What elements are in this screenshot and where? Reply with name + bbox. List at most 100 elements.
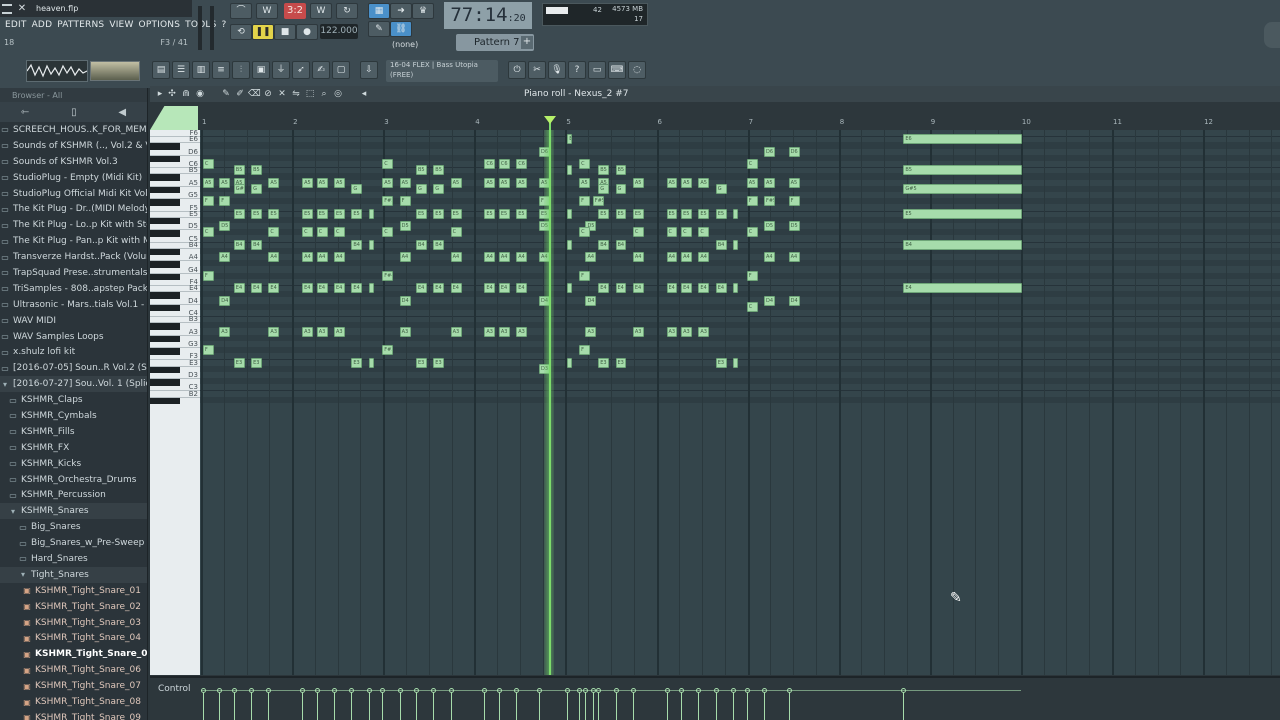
note-block[interactable]: E4: [450, 283, 462, 294]
black-key[interactable]: [150, 142, 180, 150]
note-block[interactable]: C: [746, 159, 758, 170]
note-block[interactable]: A4: [316, 252, 328, 263]
black-key[interactable]: [150, 291, 180, 299]
note-block[interactable]: [567, 165, 573, 176]
note-block[interactable]: E5: [233, 208, 245, 219]
browser-file-item[interactable]: ▣ KSHMR_Tight_Snare_01: [0, 583, 147, 599]
note-block[interactable]: D4: [399, 295, 411, 306]
piano-roll-icon[interactable]: ▥: [192, 61, 210, 79]
playhead-marker[interactable]: [544, 116, 556, 124]
speaker-icon[interactable]: ◀: [118, 107, 126, 118]
note-block[interactable]: E5: [334, 208, 345, 219]
note-block[interactable]: E4: [415, 283, 427, 294]
note-block[interactable]: E3: [415, 357, 427, 368]
note-block[interactable]: E5: [302, 208, 314, 219]
save-icon[interactable]: ▭: [588, 61, 606, 79]
note-block[interactable]: B5: [433, 165, 445, 176]
velocity-bar[interactable]: [399, 692, 401, 720]
blend-notes-button[interactable]: ♛: [412, 3, 434, 19]
browser-folder-item[interactable]: ▭ KSHMR_Percussion: [0, 487, 147, 503]
master-volume-slider[interactable]: [90, 61, 140, 81]
note-block[interactable]: C: [202, 227, 214, 238]
note-block[interactable]: E5: [615, 208, 627, 219]
note-block[interactable]: F: [399, 196, 411, 207]
velocity-bar[interactable]: [484, 692, 486, 720]
browser-folder-item[interactable]: ▭ Sounds of KSHMR (.., Vol.2 & Vol.3): [0, 138, 147, 154]
note-block[interactable]: A3: [585, 326, 597, 337]
note-block[interactable]: F: [579, 345, 590, 356]
note-block[interactable]: E3: [233, 357, 245, 368]
browser-folder-item[interactable]: ▭ StudioPlug Official Midi Kit Vol. 1: [0, 186, 147, 202]
note-block[interactable]: E3: [598, 357, 610, 368]
note-block[interactable]: C: [202, 159, 214, 170]
velocity-bar[interactable]: [450, 692, 452, 720]
note-block[interactable]: E5: [251, 208, 263, 219]
note-block[interactable]: C: [382, 159, 394, 170]
browser-icon[interactable]: ➶: [292, 61, 310, 79]
browser-folder-item[interactable]: ▾ [2016-07-27] Sou..Vol. 1 (Splice): [0, 376, 147, 393]
note-block[interactable]: E5: [681, 208, 693, 219]
note-block[interactable]: G#5: [233, 183, 245, 194]
note-block[interactable]: E5: [498, 208, 510, 219]
wait-input-button[interactable]: W: [256, 3, 278, 19]
midi-icon[interactable]: ⌨: [608, 61, 626, 79]
black-key[interactable]: [150, 304, 180, 312]
note-block[interactable]: E6: [567, 134, 573, 145]
note-block[interactable]: E4: [268, 283, 280, 294]
note-block[interactable]: E4: [516, 283, 528, 294]
note-block[interactable]: E4: [715, 283, 727, 294]
note-block[interactable]: C: [302, 227, 314, 238]
note-block[interactable]: C: [746, 227, 758, 238]
black-key[interactable]: [150, 198, 180, 206]
note-block[interactable]: C: [579, 227, 590, 238]
browser-folder-item[interactable]: ▭ StudioPlug - Empty (Midi Kit): [0, 170, 147, 186]
plugin-news-panel[interactable]: 16-04 FLEX | Bass Utopia (FREE): [386, 60, 498, 82]
note-block[interactable]: B4: [415, 239, 427, 250]
note-block[interactable]: C: [382, 227, 394, 238]
note-block[interactable]: [368, 208, 374, 219]
black-key[interactable]: [150, 229, 180, 237]
velocity-bar[interactable]: [268, 692, 270, 720]
browser-folder-item[interactable]: ▭ Big_Snares_w_Pre-Sweep: [0, 535, 147, 551]
stop-button[interactable]: ■: [274, 24, 296, 40]
black-key[interactable]: [150, 273, 180, 281]
note-block[interactable]: [567, 239, 573, 250]
note-block[interactable]: B4: [433, 239, 445, 250]
browser-file-item[interactable]: ▣ KSHMR_Tight_Snare_03: [0, 615, 147, 631]
master-volume-fader[interactable]: [198, 6, 202, 50]
browser-file-item[interactable]: ▣ KSHMR_Tight_Snare_09: [0, 710, 147, 720]
note-block[interactable]: G: [415, 183, 427, 194]
note-block[interactable]: E5: [268, 208, 280, 219]
velocity-bar[interactable]: [592, 692, 594, 720]
note-block[interactable]: E5: [450, 208, 462, 219]
eraser-icon[interactable]: ⌫: [248, 87, 261, 101]
note-block[interactable]: D5: [788, 221, 800, 232]
black-key[interactable]: [150, 366, 180, 374]
note-block[interactable]: E4: [316, 283, 328, 294]
velocity-bar[interactable]: [632, 692, 634, 720]
note-block[interactable]: F: [219, 196, 231, 207]
note-block[interactable]: D4: [763, 295, 775, 306]
note-block[interactable]: B4: [233, 239, 245, 250]
note-block[interactable]: D4: [788, 295, 800, 306]
browser-folder-item[interactable]: ▭ KSHMR_Cymbals: [0, 408, 147, 424]
record-button[interactable]: ●: [296, 24, 318, 40]
note-block[interactable]: A3: [450, 326, 462, 337]
velocity-bar[interactable]: [251, 692, 253, 720]
speaker-icon[interactable]: ◂: [358, 87, 370, 101]
note-block[interactable]: C6: [516, 159, 528, 170]
menu-item-add[interactable]: ADD: [32, 20, 53, 30]
note-block[interactable]: [567, 357, 573, 368]
velocity-bar[interactable]: [567, 692, 569, 720]
wrench-icon[interactable]: ✣: [166, 87, 178, 101]
note-block[interactable]: E5: [351, 208, 363, 219]
expand-arrow-icon[interactable]: [1264, 22, 1280, 48]
velocity-bar[interactable]: [516, 692, 518, 720]
note-block[interactable]: B4: [351, 239, 363, 250]
velocity-bar[interactable]: [382, 692, 384, 720]
note-block[interactable]: D5: [763, 221, 775, 232]
touch-icon[interactable]: ✍: [312, 61, 330, 79]
note-block[interactable]: A5: [202, 177, 214, 188]
note-block[interactable]: D5: [399, 221, 411, 232]
note-block[interactable]: A5: [219, 177, 231, 188]
